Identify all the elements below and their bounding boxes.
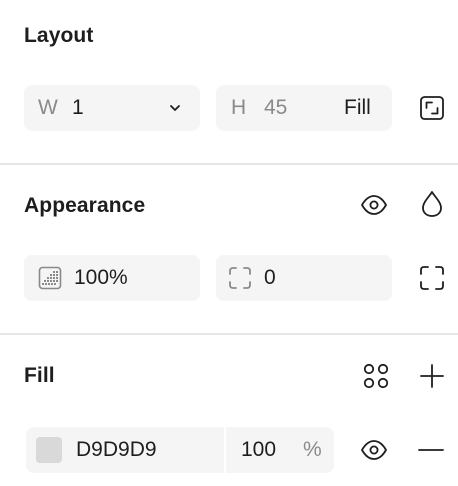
layout-section-title: Layout xyxy=(24,24,94,47)
fill-section-title: Fill xyxy=(24,364,55,387)
corner-radius-value[interactable]: 0 xyxy=(264,255,276,301)
independent-corners-icon[interactable] xyxy=(419,265,445,291)
properties-panel: Layout W 1 H 45 Fill Appearance 100% 0 F… xyxy=(0,0,458,486)
height-mode-fill[interactable]: Fill xyxy=(344,85,371,131)
height-label: H xyxy=(231,96,247,119)
styles-grid-icon[interactable] xyxy=(362,362,390,390)
corner-radius-field[interactable]: 0 xyxy=(216,255,392,301)
drop-icon[interactable] xyxy=(421,190,443,218)
height-field[interactable]: H 45 Fill xyxy=(216,85,392,131)
fill-color-hex[interactable]: D9D9D9 xyxy=(76,427,157,473)
minus-icon[interactable] xyxy=(418,448,444,452)
opacity-icon xyxy=(38,266,62,290)
fill-field-separator xyxy=(224,427,226,473)
height-value[interactable]: 45 xyxy=(264,85,287,131)
opacity-field[interactable]: 100% xyxy=(24,255,200,301)
section-divider xyxy=(0,163,458,165)
color-swatch[interactable] xyxy=(36,437,62,463)
width-value[interactable]: 1 xyxy=(72,85,84,131)
corner-radius-icon xyxy=(228,266,252,290)
section-divider xyxy=(0,333,458,335)
eye-icon[interactable] xyxy=(360,437,388,463)
resize-to-fit-icon[interactable] xyxy=(419,95,445,121)
fill-opacity-value[interactable]: 100 xyxy=(241,427,276,473)
eye-icon[interactable] xyxy=(360,192,388,218)
plus-icon[interactable] xyxy=(420,364,444,388)
chevron-down-icon[interactable] xyxy=(169,103,181,113)
fill-opacity-unit: % xyxy=(303,438,322,461)
width-label: W xyxy=(38,96,58,119)
appearance-section-title: Appearance xyxy=(24,194,146,217)
opacity-value[interactable]: 100% xyxy=(74,255,128,301)
width-field[interactable]: W 1 xyxy=(24,85,200,131)
fill-row[interactable]: D9D9D9 100 % xyxy=(26,427,334,473)
